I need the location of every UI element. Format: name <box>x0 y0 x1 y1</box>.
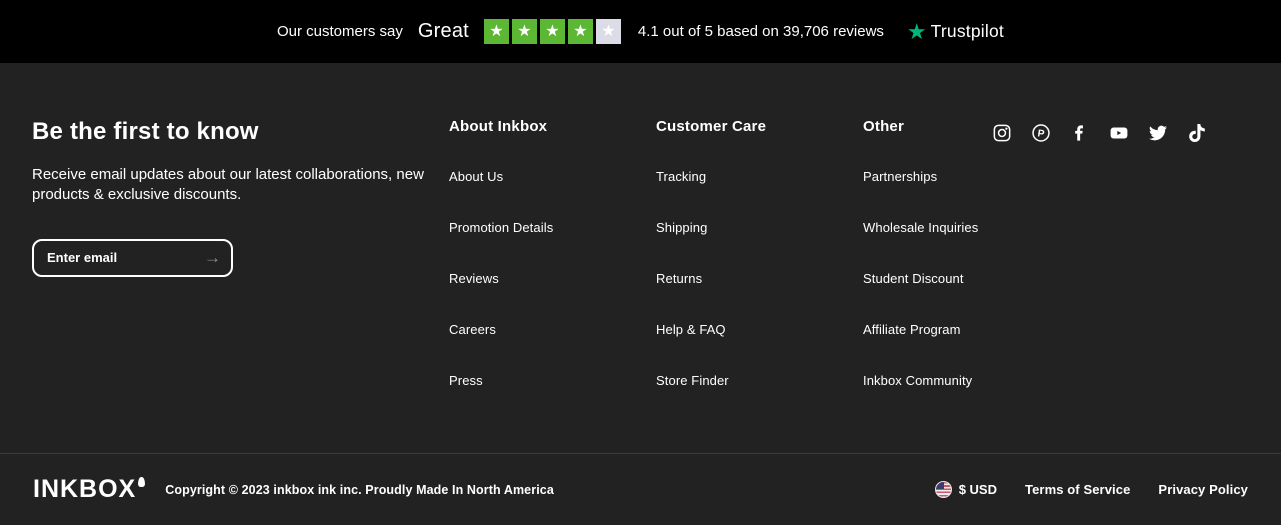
inkbox-logo[interactable]: INKBOX <box>33 475 146 503</box>
list-item: Reviews <box>449 270 656 288</box>
link-wholesale-inquiries[interactable]: Wholesale Inquiries <box>863 220 978 235</box>
footer-main: Be the first to know Receive email updat… <box>0 63 1281 453</box>
instagram-icon[interactable] <box>993 124 1011 142</box>
trustpilot-wordmark: Trustpilot <box>930 21 1004 41</box>
social-links: P <box>993 124 1206 142</box>
link-store-finder[interactable]: Store Finder <box>656 373 729 388</box>
star-glyph: ★ <box>601 22 616 40</box>
ink-drop-icon <box>138 477 146 487</box>
trustpilot-logo[interactable]: ★ Trustpilot <box>906 18 1004 44</box>
footer-column-other: Other Partnerships Wholesale Inquiries S… <box>863 118 984 390</box>
link-affiliate-program[interactable]: Affiliate Program <box>863 322 961 337</box>
link-reviews[interactable]: Reviews <box>449 271 499 286</box>
link-shipping[interactable]: Shipping <box>656 220 707 235</box>
trustpilot-review-bar: Our customers say Great ★ ★ ★ ★ ★ 4.1 ou… <box>0 0 1281 63</box>
pinterest-icon[interactable]: P <box>1032 124 1050 142</box>
terms-of-service-link[interactable]: Terms of Service <box>1025 482 1130 497</box>
currency-label: $ USD <box>958 482 997 497</box>
star-empty-icon: ★ <box>595 19 621 44</box>
currency-selector[interactable]: $ USD <box>934 481 997 498</box>
trustpilot-star-icon: ★ <box>906 18 927 44</box>
list-item: Student Discount <box>863 270 984 288</box>
column-link-list: About Us Promotion Details Reviews Caree… <box>449 168 656 390</box>
arrow-right-icon: → <box>204 248 221 267</box>
facebook-icon[interactable] <box>1071 124 1089 142</box>
column-link-list: Partnerships Wholesale Inquiries Student… <box>863 168 984 390</box>
us-flag-icon <box>934 481 952 498</box>
footer-column-customer-care: Customer Care Tracking Shipping Returns … <box>656 118 863 390</box>
link-tracking[interactable]: Tracking <box>656 169 706 184</box>
link-careers[interactable]: Careers <box>449 322 496 337</box>
link-student-discount[interactable]: Student Discount <box>863 271 964 286</box>
list-item: Help & FAQ <box>656 321 863 339</box>
link-partnerships[interactable]: Partnerships <box>863 169 937 184</box>
column-header: Other <box>863 118 905 135</box>
list-item: Tracking <box>656 168 863 186</box>
privacy-policy-link[interactable]: Privacy Policy <box>1158 482 1248 497</box>
twitter-icon[interactable] <box>1149 124 1167 142</box>
link-press[interactable]: Press <box>449 373 483 388</box>
trustpilot-star-rating: ★ ★ ★ ★ ★ <box>483 19 621 44</box>
list-item: About Us <box>449 168 656 186</box>
link-about-us[interactable]: About Us <box>449 169 503 184</box>
star-glyph: ★ <box>573 22 588 40</box>
newsletter-section: Be the first to know Receive email updat… <box>32 118 449 277</box>
column-header: Customer Care <box>656 118 767 135</box>
list-item: Press <box>449 372 656 390</box>
newsletter-description: Receive email updates about our latest c… <box>32 166 424 204</box>
rating-summary: 4.1 out of 5 based on 39,706 reviews <box>637 23 884 40</box>
email-submit-button[interactable]: → <box>204 249 221 266</box>
list-item: Promotion Details <box>449 219 656 237</box>
customers-say-label: Our customers say <box>277 23 403 40</box>
tiktok-icon[interactable] <box>1188 124 1206 142</box>
star-filled-icon: ★ <box>539 19 565 44</box>
list-item: Affiliate Program <box>863 321 984 339</box>
column-header: About Inkbox <box>449 118 548 135</box>
footer-bottom-right: $ USD Terms of Service Privacy Policy <box>934 481 1248 498</box>
list-item: Careers <box>449 321 656 339</box>
link-help-faq[interactable]: Help & FAQ <box>656 322 726 337</box>
star-filled-icon: ★ <box>567 19 593 44</box>
rating-word: Great <box>417 20 469 42</box>
footer-bottom-bar: INKBOX Copyright © 2023 inkbox ink inc. … <box>0 453 1281 525</box>
list-item: Shipping <box>656 219 863 237</box>
email-signup-box: → <box>32 238 233 277</box>
link-promotion-details[interactable]: Promotion Details <box>449 220 553 235</box>
newsletter-title: Be the first to know <box>32 118 259 145</box>
link-returns[interactable]: Returns <box>656 271 702 286</box>
column-link-list: Tracking Shipping Returns Help & FAQ Sto… <box>656 168 863 390</box>
svg-text:P: P <box>1037 128 1045 140</box>
star-filled-icon: ★ <box>483 19 509 44</box>
list-item: Inkbox Community <box>863 372 984 390</box>
youtube-icon[interactable] <box>1110 124 1128 142</box>
list-item: Partnerships <box>863 168 984 186</box>
star-glyph: ★ <box>517 22 532 40</box>
star-glyph: ★ <box>545 22 560 40</box>
star-filled-icon: ★ <box>511 19 537 44</box>
footer-column-about: About Inkbox About Us Promotion Details … <box>449 118 656 390</box>
star-glyph: ★ <box>489 22 504 40</box>
inkbox-wordmark: INKBOX <box>33 475 137 503</box>
email-input[interactable] <box>47 250 204 265</box>
copyright-text: Copyright © 2023 inkbox ink inc. Proudly… <box>165 482 554 497</box>
list-item: Returns <box>656 270 863 288</box>
list-item: Store Finder <box>656 372 863 390</box>
link-inkbox-community[interactable]: Inkbox Community <box>863 373 972 388</box>
list-item: Wholesale Inquiries <box>863 219 984 237</box>
